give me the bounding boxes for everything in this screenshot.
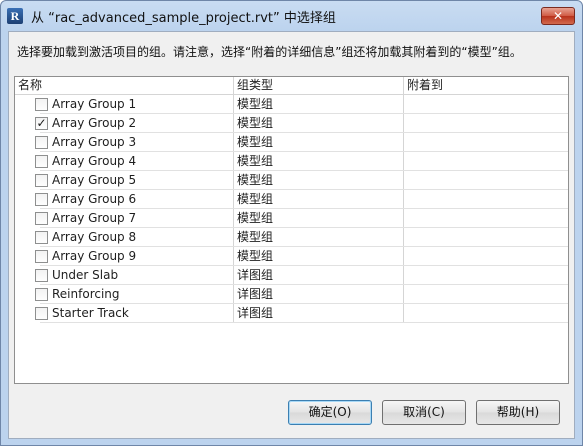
close-button[interactable]: ✕ — [541, 7, 575, 25]
checkbox-checked[interactable]: ✓ — [35, 117, 48, 130]
ok-button[interactable]: 确定(O) — [288, 400, 372, 425]
checkbox-unchecked[interactable] — [35, 136, 48, 149]
column-header-name[interactable]: 名称 — [15, 77, 233, 94]
group-type-cell: 模型组 — [237, 154, 274, 168]
table-row[interactable]: Array Group 6 模型组 — [15, 190, 568, 209]
group-type-cell: 详图组 — [237, 306, 274, 320]
table-row[interactable]: Array Group 5 模型组 — [15, 171, 568, 190]
checkbox-unchecked[interactable] — [35, 174, 48, 187]
table-row[interactable]: Array Group 1 模型组 — [15, 95, 568, 114]
table-row[interactable]: ✓ Array Group 2 模型组 — [15, 114, 568, 133]
group-name-cell: Array Group 9 — [52, 249, 137, 263]
column-header-type[interactable]: 组类型 — [234, 77, 403, 94]
instruction-text: 选择要加载到激活项目的组。请注意，选择“附着的详细信息”组还将加载其附着到的“模… — [17, 45, 522, 59]
checkbox-unchecked[interactable] — [35, 231, 48, 244]
revit-app-icon: R — [7, 8, 23, 24]
dialog-window: R 从 “rac_advanced_sample_project.rvt” 中选… — [0, 0, 583, 446]
group-type-cell: 模型组 — [237, 97, 274, 111]
checkbox-unchecked[interactable] — [35, 155, 48, 168]
group-type-cell: 模型组 — [237, 116, 274, 130]
checkmark-icon: ✓ — [36, 116, 47, 130]
table-header: 名称 组类型 附着到 — [15, 77, 568, 95]
group-type-cell: 详图组 — [237, 287, 274, 301]
checkbox-unchecked[interactable] — [35, 250, 48, 263]
table-row[interactable]: Array Group 4 模型组 — [15, 152, 568, 171]
group-name-cell: Array Group 5 — [52, 173, 137, 187]
group-type-cell: 模型组 — [237, 135, 274, 149]
table-row[interactable]: Array Group 7 模型组 — [15, 209, 568, 228]
dialog-body: 选择要加载到激活项目的组。请注意，选择“附着的详细信息”组还将加载其附着到的“模… — [8, 31, 575, 439]
group-type-cell: 模型组 — [237, 192, 274, 206]
group-name-cell: Array Group 7 — [52, 211, 137, 225]
group-name-cell: Reinforcing — [52, 287, 120, 301]
groups-table: 名称 组类型 附着到 Array Group 1 模型组 ✓ Array Group … — [14, 76, 569, 384]
group-type-cell: 模型组 — [237, 249, 274, 263]
group-name-cell: Array Group 4 — [52, 154, 137, 168]
group-type-cell: 模型组 — [237, 173, 274, 187]
table-row[interactable]: Under Slab 详图组 — [15, 266, 568, 285]
group-type-cell: 详图组 — [237, 268, 274, 282]
checkbox-unchecked[interactable] — [35, 269, 48, 282]
help-button[interactable]: 帮助(H) — [476, 400, 560, 425]
cancel-button[interactable]: 取消(C) — [382, 400, 466, 425]
group-type-cell: 模型组 — [237, 211, 274, 225]
group-name-cell: Array Group 1 — [52, 97, 137, 111]
group-name-cell: Under Slab — [52, 268, 119, 282]
checkbox-unchecked[interactable] — [35, 98, 48, 111]
title-bar[interactable]: R 从 “rac_advanced_sample_project.rvt” 中选… — [1, 1, 582, 31]
checkbox-unchecked[interactable] — [35, 288, 48, 301]
table-row[interactable]: Reinforcing 详图组 — [15, 285, 568, 304]
dialog-title: 从 “rac_advanced_sample_project.rvt” 中选择组 — [31, 11, 336, 26]
table-row[interactable]: Array Group 8 模型组 — [15, 228, 568, 247]
table-row[interactable]: Starter Track 详图组 — [15, 304, 568, 323]
group-name-cell: Array Group 6 — [52, 192, 137, 206]
table-row[interactable]: Array Group 3 模型组 — [15, 133, 568, 152]
group-type-cell: 模型组 — [237, 230, 274, 244]
column-header-attached[interactable]: 附着到 — [404, 77, 568, 94]
checkbox-unchecked[interactable] — [35, 193, 48, 206]
row-divider — [40, 322, 568, 323]
table-row[interactable]: Array Group 9 模型组 — [15, 247, 568, 266]
group-name-cell: Array Group 3 — [52, 135, 137, 149]
group-name-cell: Starter Track — [52, 306, 129, 320]
group-name-cell: Array Group 8 — [52, 230, 137, 244]
checkbox-unchecked[interactable] — [35, 212, 48, 225]
group-name-cell: Array Group 2 — [52, 116, 137, 130]
checkbox-unchecked[interactable] — [35, 307, 48, 320]
